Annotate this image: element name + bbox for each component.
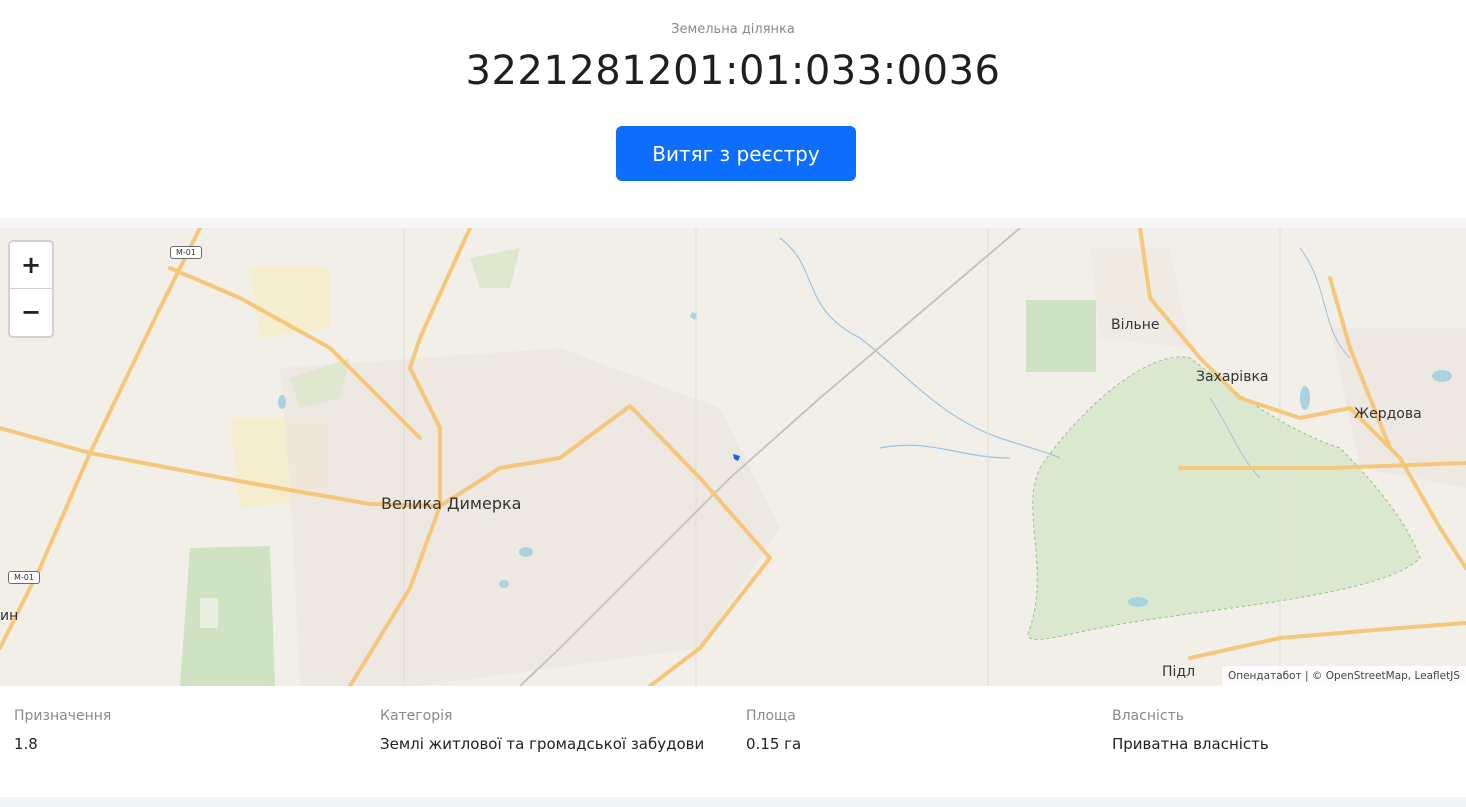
detail-area: Площа 0.15 га	[746, 708, 801, 753]
pond	[1300, 386, 1310, 410]
purpose-value: 1.8	[14, 735, 38, 753]
place-label-zakharivka: Захарівка	[1196, 369, 1269, 385]
regional-road	[1188, 621, 1466, 660]
category-value: Землі житлової та громадської забудови	[380, 735, 705, 753]
registry-extract-button[interactable]: Витяг з реєстру	[616, 126, 856, 181]
zoom-out-button[interactable]: −	[10, 289, 52, 336]
ownership-value: Приватна власність	[1112, 735, 1269, 753]
place-label-left-edge: ин	[0, 608, 19, 624]
zoom-control: + −	[8, 240, 54, 338]
ownership-label: Власність	[1112, 708, 1184, 724]
forest-patch	[1026, 300, 1096, 372]
map-view[interactable]: + − M-01 M-01 Велика Димерка Вільне Заха…	[0, 228, 1466, 686]
detail-ownership: Власність Приватна власність	[1112, 708, 1269, 753]
map-attribution[interactable]: Опендатабот | © OpenStreetMap, LeafletJS	[1221, 666, 1466, 686]
page-header: Земельна ділянка 3221281201:01:033:0036 …	[0, 0, 1466, 218]
road-shield-m01: M-01	[8, 571, 40, 584]
pond	[519, 547, 533, 557]
field-patch	[200, 598, 218, 628]
field-area	[180, 546, 275, 686]
detail-category: Категорія Землі житлової та громадської …	[380, 708, 704, 753]
urban-area-north	[1090, 248, 1190, 348]
cadastral-number: 3221281201:01:033:0036	[465, 48, 1001, 94]
pond	[1432, 370, 1452, 382]
area-value: 0.15 га	[746, 735, 802, 753]
section-divider	[0, 218, 1466, 228]
section-divider	[0, 797, 1466, 807]
pond	[278, 395, 286, 409]
area-label: Площа	[746, 708, 796, 724]
stream	[779, 237, 1061, 459]
stream	[879, 444, 1011, 459]
urban-area	[280, 348, 780, 686]
place-label-velyka-dymerka: Велика Димерка	[381, 494, 522, 513]
zoom-in-button[interactable]: +	[10, 242, 52, 289]
map-tiles	[0, 228, 1466, 686]
place-label-zherdova: Жердова	[1354, 406, 1422, 422]
road-shield-m01: M-01	[170, 246, 202, 259]
parcel-details: Призначення 1.8 Категорія Землі житлової…	[0, 686, 1466, 798]
category-label: Категорія	[380, 708, 453, 724]
pond	[499, 580, 509, 588]
page-subtitle: Земельна ділянка	[671, 22, 795, 37]
detail-purpose: Призначення 1.8	[14, 708, 111, 753]
pond	[1128, 597, 1148, 607]
purpose-label: Призначення	[14, 708, 112, 724]
green-patch-2	[470, 248, 520, 288]
place-label-vilne: Вільне	[1111, 317, 1160, 333]
place-label-pidl: Підл	[1162, 664, 1196, 680]
